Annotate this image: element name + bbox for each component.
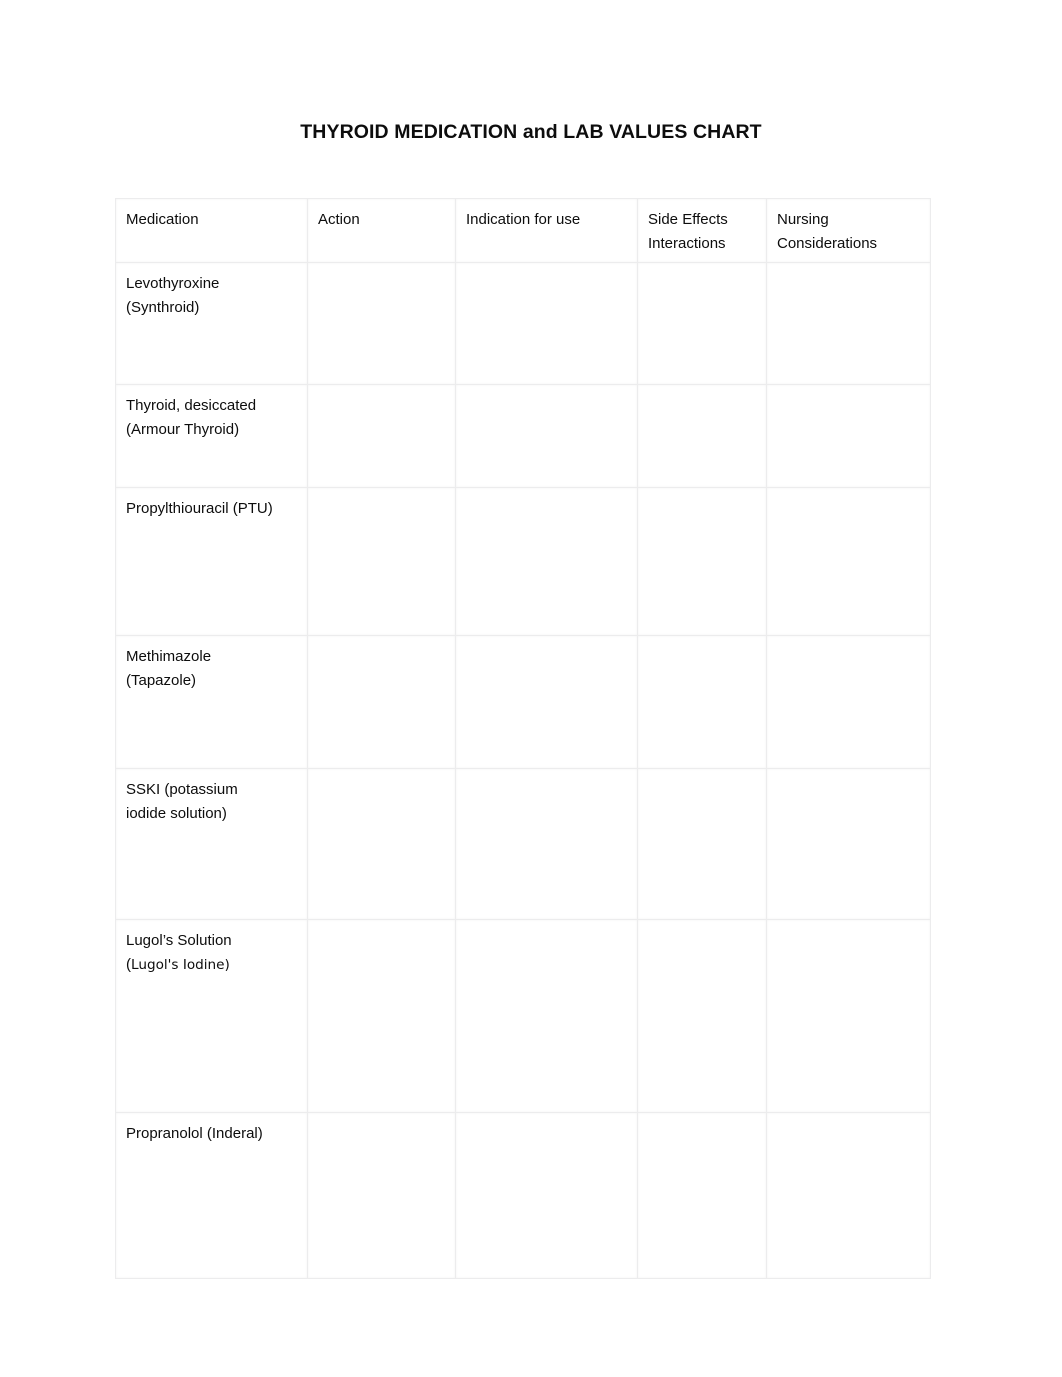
cell-side-effects[interactable] — [637, 384, 767, 488]
cell-side-effects[interactable] — [637, 1112, 767, 1279]
table-row: Propranolol (Inderal) — [115, 1112, 931, 1279]
cell-side-effects[interactable] — [637, 635, 767, 769]
medication-name: Levothyroxine (Synthroid) — [126, 275, 220, 316]
cell-indication[interactable] — [455, 487, 638, 636]
cell-medication[interactable]: SSKI (potassium iodide solution) — [115, 768, 308, 920]
medication-name-line1: Lugol’s Solution — [126, 932, 232, 949]
thyroid-medication-lab-values-table: Medication Action Indication for use Sid… — [115, 198, 931, 1279]
cell-action[interactable] — [307, 635, 456, 769]
cell-side-effects[interactable] — [637, 262, 767, 385]
cell-nursing[interactable] — [766, 1112, 931, 1279]
cell-action[interactable] — [307, 262, 456, 385]
table-row: Levothyroxine (Synthroid) — [115, 262, 931, 385]
column-header-side-effects: Side Effects Interactions — [637, 198, 767, 263]
cell-action[interactable] — [307, 768, 456, 920]
cell-medication[interactable]: Propranolol (Inderal) — [115, 1112, 308, 1279]
column-header-nursing-label: Nursing Considerations — [777, 211, 878, 252]
cell-indication[interactable] — [455, 384, 638, 488]
column-header-side-effects-label: Side Effects Interactions — [648, 211, 728, 252]
cell-action[interactable] — [307, 384, 456, 488]
table-header-row: Medication Action Indication for use Sid… — [115, 198, 931, 263]
cell-indication[interactable] — [455, 768, 638, 920]
table-row: Thyroid, desiccated (Armour Thyroid) — [115, 384, 931, 488]
cell-indication[interactable] — [455, 635, 638, 769]
cell-nursing[interactable] — [766, 262, 931, 385]
column-header-indication-label: Indication for use — [466, 211, 581, 228]
cell-side-effects[interactable] — [637, 487, 767, 636]
cell-medication[interactable]: Methimazole (Tapazole) — [115, 635, 308, 769]
column-header-action-label: Action — [318, 211, 360, 228]
column-header-action: Action — [307, 198, 456, 263]
page-title: THYROID MEDICATION and LAB VALUES CHART — [300, 121, 762, 143]
cell-indication[interactable] — [455, 919, 638, 1113]
column-header-medication: Medication — [115, 198, 308, 263]
medication-name-line2: (Lugol's Iodine) — [126, 953, 297, 978]
medication-name: Methimazole (Tapazole) — [126, 648, 212, 689]
medication-name: Thyroid, desiccated (Armour Thyroid) — [126, 397, 257, 438]
cell-nursing[interactable] — [766, 487, 931, 636]
cell-indication[interactable] — [455, 262, 638, 385]
table-row: SSKI (potassium iodide solution) — [115, 768, 931, 920]
cell-action[interactable] — [307, 1112, 456, 1279]
cell-medication[interactable]: Levothyroxine (Synthroid) — [115, 262, 308, 385]
cell-side-effects[interactable] — [637, 919, 767, 1113]
column-header-nursing: Nursing Considerations — [766, 198, 931, 263]
table-row: Propylthiouracil (PTU) — [115, 487, 931, 636]
document-page: THYROID MEDICATION and LAB VALUES CHART … — [0, 0, 1062, 1377]
cell-nursing[interactable] — [766, 768, 931, 920]
medication-name: Propylthiouracil (PTU) — [126, 500, 273, 517]
cell-action[interactable] — [307, 919, 456, 1113]
cell-medication[interactable]: Thyroid, desiccated (Armour Thyroid) — [115, 384, 308, 488]
cell-nursing[interactable] — [766, 919, 931, 1113]
cell-nursing[interactable] — [766, 384, 931, 488]
cell-medication[interactable]: Propylthiouracil (PTU) — [115, 487, 308, 636]
medication-name: SSKI (potassium iodide solution) — [126, 781, 238, 822]
cell-nursing[interactable] — [766, 635, 931, 769]
medication-name: Propranolol (Inderal) — [126, 1125, 263, 1142]
cell-action[interactable] — [307, 487, 456, 636]
column-header-medication-label: Medication — [126, 211, 199, 228]
table-row: Methimazole (Tapazole) — [115, 635, 931, 769]
column-header-indication: Indication for use — [455, 198, 638, 263]
table-row: Lugol’s Solution (Lugol's Iodine) — [115, 919, 931, 1113]
cell-side-effects[interactable] — [637, 768, 767, 920]
medication-name-line2-text: Lugol's Iodine) — [131, 956, 230, 973]
cell-indication[interactable] — [455, 1112, 638, 1279]
cell-medication[interactable]: Lugol’s Solution (Lugol's Iodine) — [115, 919, 308, 1113]
